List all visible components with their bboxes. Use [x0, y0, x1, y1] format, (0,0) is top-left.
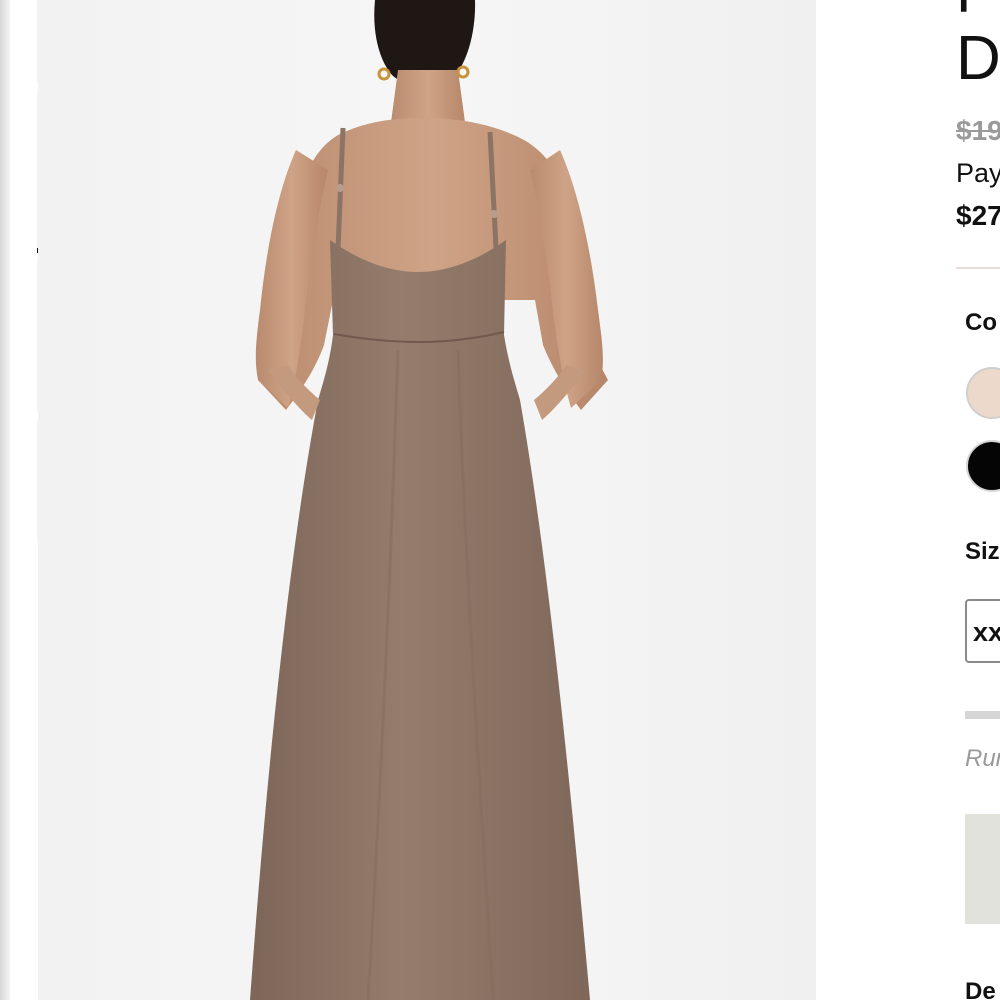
add-to-bag-button[interactable] — [965, 814, 1000, 924]
section-divider — [956, 267, 1000, 269]
details-label: De — [965, 978, 996, 1000]
size-fit-note: Rur — [965, 745, 1000, 772]
payment-amount: $27 — [956, 200, 1000, 231]
product-title-line-2: D — [956, 24, 1000, 93]
size-option-label: xx — [973, 617, 1000, 647]
original-price: $19 — [956, 115, 1000, 146]
payment-text: Pay — [956, 158, 1000, 188]
window-edge — [0, 0, 10, 1000]
color-swatch-blush[interactable] — [966, 367, 1000, 419]
size-option-xx[interactable]: xx — [965, 599, 1000, 663]
product-info-panel: F D $19 Pay $27 Co Size xx Rur De — [956, 0, 1000, 1000]
color-swatch-black[interactable] — [966, 440, 1000, 492]
main-product-image[interactable] — [38, 0, 816, 1000]
dress-back-view-illustration — [250, 0, 608, 1000]
size-label: Size — [965, 538, 1000, 565]
fit-indicator-bar — [965, 711, 1000, 719]
product-title-line-1: F — [956, 0, 993, 22]
color-label: Co — [965, 309, 997, 336]
